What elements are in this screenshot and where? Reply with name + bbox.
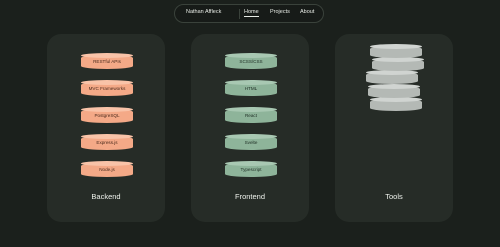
backend-item-label: RESTful APIs bbox=[93, 59, 121, 64]
frontend-item: React bbox=[225, 107, 277, 125]
stack-disk bbox=[370, 44, 422, 58]
backend-item: RESTful APIs bbox=[81, 53, 133, 71]
frontend-item: Typescript bbox=[225, 161, 277, 179]
backend-item-label: Node.js bbox=[99, 167, 115, 172]
frontend-item-label: SCSS/CSS bbox=[239, 59, 263, 64]
nav-link-about[interactable]: About bbox=[300, 9, 314, 15]
stack-disk bbox=[368, 84, 420, 98]
frontend-item-label: React bbox=[244, 113, 257, 118]
frontend-card: SCSS/CSS HTML React Svelte Typescript Fr… bbox=[191, 34, 309, 222]
frontend-item-label: Svelte bbox=[244, 140, 258, 145]
nav-link-home[interactable]: Home bbox=[244, 9, 259, 17]
nav-divider bbox=[239, 9, 240, 19]
frontend-item: Svelte bbox=[225, 134, 277, 152]
backend-item: Express.js bbox=[81, 134, 133, 152]
frontend-item: SCSS/CSS bbox=[225, 53, 277, 71]
tools-card: Tools bbox=[335, 34, 453, 222]
backend-item-label: MVC Frameworks bbox=[88, 86, 126, 91]
backend-item: MVC Frameworks bbox=[81, 80, 133, 98]
backend-item-label: Express.js bbox=[96, 140, 118, 145]
frontend-item-label: HTML bbox=[244, 86, 258, 91]
navbar: Nathan Affleck Home Projects About bbox=[174, 4, 324, 23]
frontend-item-label: Typescript bbox=[240, 167, 262, 172]
backend-item-label: PostgreSQL bbox=[94, 113, 120, 118]
stack-disk bbox=[366, 70, 418, 84]
backend-item: Node.js bbox=[81, 161, 133, 179]
nav-link-projects[interactable]: Projects bbox=[270, 9, 290, 15]
stack-disk bbox=[370, 97, 422, 111]
frontend-card-title: Frontend bbox=[234, 192, 266, 201]
brand-name[interactable]: Nathan Affleck bbox=[186, 9, 221, 15]
tools-card-title: Tools bbox=[385, 192, 403, 201]
backend-card-title: Backend bbox=[91, 192, 121, 201]
stack-disk bbox=[372, 57, 424, 71]
backend-item: PostgreSQL bbox=[81, 107, 133, 125]
backend-card: RESTful APIs MVC Frameworks PostgreSQL E… bbox=[47, 34, 165, 222]
frontend-item: HTML bbox=[225, 80, 277, 98]
